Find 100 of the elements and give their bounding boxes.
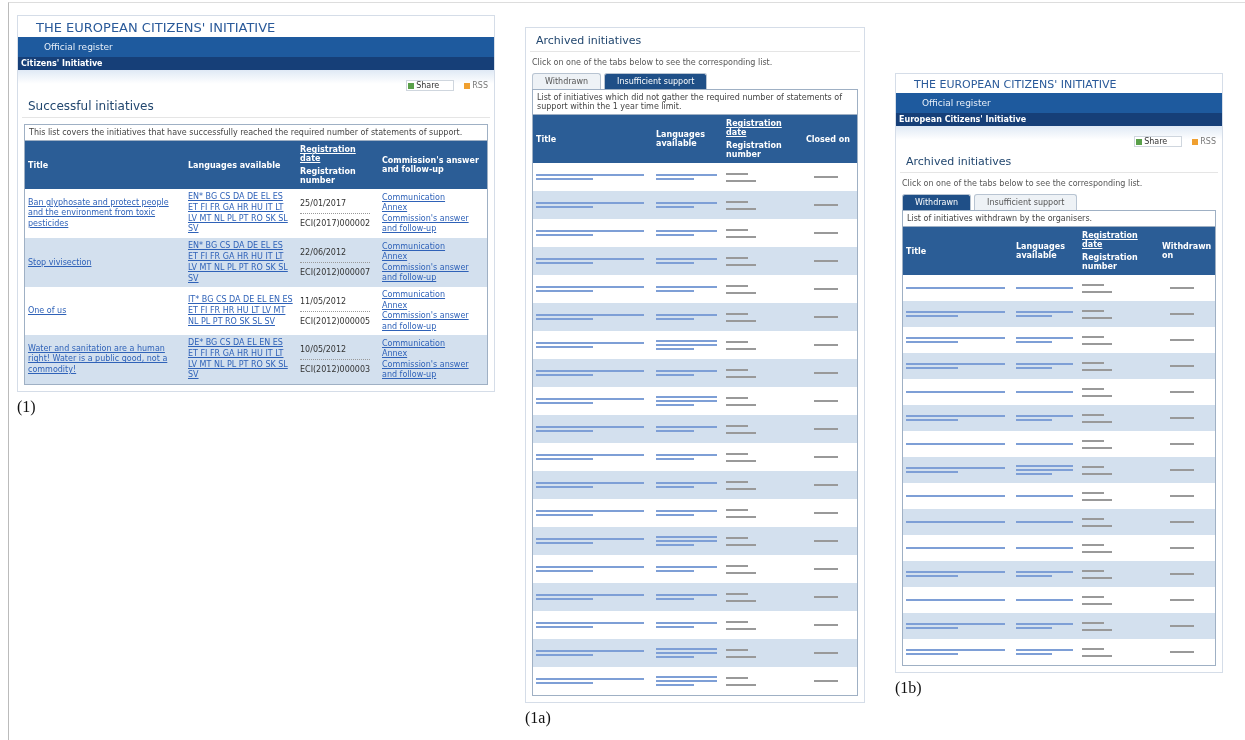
illegible-title-link[interactable] [906, 415, 1005, 417]
illegible-language-links[interactable] [1016, 341, 1052, 343]
illegible-language-links[interactable] [656, 648, 717, 650]
document-link[interactable]: Commission's answer and follow-up [382, 311, 484, 332]
illegible-title-link[interactable] [906, 571, 1005, 573]
illegible-title-link[interactable] [536, 682, 593, 684]
illegible-language-links[interactable] [656, 510, 717, 512]
illegible-title-link[interactable] [906, 337, 1005, 339]
illegible-title-link[interactable] [536, 258, 645, 260]
illegible-language-links[interactable] [1016, 367, 1052, 369]
sort-link[interactable]: Registration date [300, 145, 376, 163]
illegible-title-link[interactable] [906, 471, 958, 473]
illegible-language-links[interactable] [1016, 649, 1073, 651]
illegible-language-links[interactable] [656, 486, 695, 488]
illegible-title-link[interactable] [906, 287, 1005, 289]
illegible-title-link[interactable] [906, 341, 958, 343]
illegible-title-link[interactable] [536, 430, 593, 432]
language-links[interactable]: IT* BG CS DA DE EL EN ES ET FI FR HR HU LT LV MT NL PL PT RO SK SL SV [188, 294, 294, 328]
illegible-language-links[interactable] [656, 318, 695, 320]
illegible-language-links[interactable] [656, 676, 717, 678]
illegible-language-links[interactable] [656, 202, 717, 204]
illegible-language-links[interactable] [656, 684, 695, 686]
illegible-language-links[interactable] [656, 370, 717, 372]
illegible-language-links[interactable] [656, 234, 695, 236]
sort-link[interactable]: Registration date [726, 119, 800, 137]
illegible-title-link[interactable] [536, 458, 593, 460]
illegible-title-link[interactable] [536, 290, 593, 292]
illegible-language-links[interactable] [1016, 311, 1073, 313]
illegible-language-links[interactable] [656, 622, 717, 624]
illegible-language-links[interactable] [656, 230, 717, 232]
sort-link[interactable]: Registration date [1082, 231, 1156, 249]
illegible-language-links[interactable] [1016, 419, 1052, 421]
illegible-language-links[interactable] [656, 536, 717, 538]
illegible-title-link[interactable] [906, 547, 1005, 549]
illegible-title-link[interactable] [906, 419, 958, 421]
illegible-title-link[interactable] [536, 426, 645, 428]
document-link[interactable]: Annex [382, 300, 484, 312]
illegible-language-links[interactable] [656, 258, 717, 260]
illegible-language-links[interactable] [1016, 315, 1052, 317]
illegible-title-link[interactable] [906, 311, 1005, 313]
illegible-language-links[interactable] [656, 594, 717, 596]
illegible-title-link[interactable] [906, 575, 958, 577]
rss-link[interactable]: RSS [1192, 136, 1216, 147]
illegible-title-link[interactable] [536, 346, 593, 348]
illegible-title-link[interactable] [906, 495, 1005, 497]
illegible-language-links[interactable] [656, 348, 695, 350]
illegible-language-links[interactable] [1016, 415, 1073, 417]
initiative-title-link[interactable]: Ban glyphosate and protect people and the environment from toxic pesticides [28, 198, 182, 230]
illegible-title-link[interactable] [536, 178, 593, 180]
share-button[interactable]: Share [1134, 136, 1183, 147]
illegible-title-link[interactable] [906, 367, 958, 369]
illegible-language-links[interactable] [1016, 623, 1073, 625]
illegible-language-links[interactable] [656, 454, 717, 456]
illegible-language-links[interactable] [656, 344, 717, 346]
illegible-title-link[interactable] [536, 402, 593, 404]
tab[interactable]: Withdrawn [902, 194, 972, 210]
document-link[interactable]: Annex [382, 252, 484, 263]
tab[interactable]: Withdrawn [532, 73, 602, 89]
illegible-title-link[interactable] [536, 262, 593, 264]
illegible-title-link[interactable] [536, 598, 593, 600]
illegible-title-link[interactable] [536, 206, 593, 208]
illegible-language-links[interactable] [656, 652, 717, 654]
illegible-language-links[interactable] [1016, 547, 1073, 549]
illegible-language-links[interactable] [656, 290, 695, 292]
illegible-title-link[interactable] [536, 486, 593, 488]
illegible-language-links[interactable] [656, 374, 695, 376]
share-button[interactable]: Share [406, 80, 455, 91]
illegible-title-link[interactable] [536, 234, 593, 236]
illegible-title-link[interactable] [906, 599, 1005, 601]
illegible-title-link[interactable] [906, 649, 1005, 651]
document-link[interactable]: Annex [382, 349, 484, 360]
initiative-title-link[interactable]: One of us [28, 305, 182, 317]
document-link[interactable]: Commission's answer and follow-up [382, 262, 484, 284]
illegible-language-links[interactable] [1016, 495, 1073, 497]
illegible-title-link[interactable] [906, 521, 1005, 523]
illegible-title-link[interactable] [536, 230, 645, 232]
illegible-language-links[interactable] [656, 540, 717, 542]
illegible-title-link[interactable] [536, 482, 645, 484]
illegible-language-links[interactable] [656, 626, 695, 628]
illegible-title-link[interactable] [536, 510, 645, 512]
rss-link[interactable]: RSS [464, 80, 488, 91]
illegible-language-links[interactable] [656, 340, 717, 342]
illegible-title-link[interactable] [906, 467, 1005, 469]
illegible-title-link[interactable] [536, 318, 593, 320]
tab[interactable]: Insufficient support [974, 194, 1078, 210]
illegible-language-links[interactable] [656, 544, 695, 546]
illegible-language-links[interactable] [656, 396, 717, 398]
illegible-language-links[interactable] [656, 430, 695, 432]
illegible-language-links[interactable] [656, 656, 695, 658]
illegible-title-link[interactable] [906, 443, 1005, 445]
illegible-title-link[interactable] [536, 314, 645, 316]
illegible-language-links[interactable] [656, 174, 717, 176]
illegible-title-link[interactable] [906, 363, 1005, 365]
illegible-language-links[interactable] [656, 404, 695, 406]
illegible-language-links[interactable] [656, 206, 695, 208]
document-link[interactable]: Communication [382, 290, 484, 301]
illegible-title-link[interactable] [536, 654, 593, 656]
illegible-language-links[interactable] [1016, 391, 1073, 393]
illegible-language-links[interactable] [656, 566, 717, 568]
illegible-language-links[interactable] [1016, 363, 1073, 365]
